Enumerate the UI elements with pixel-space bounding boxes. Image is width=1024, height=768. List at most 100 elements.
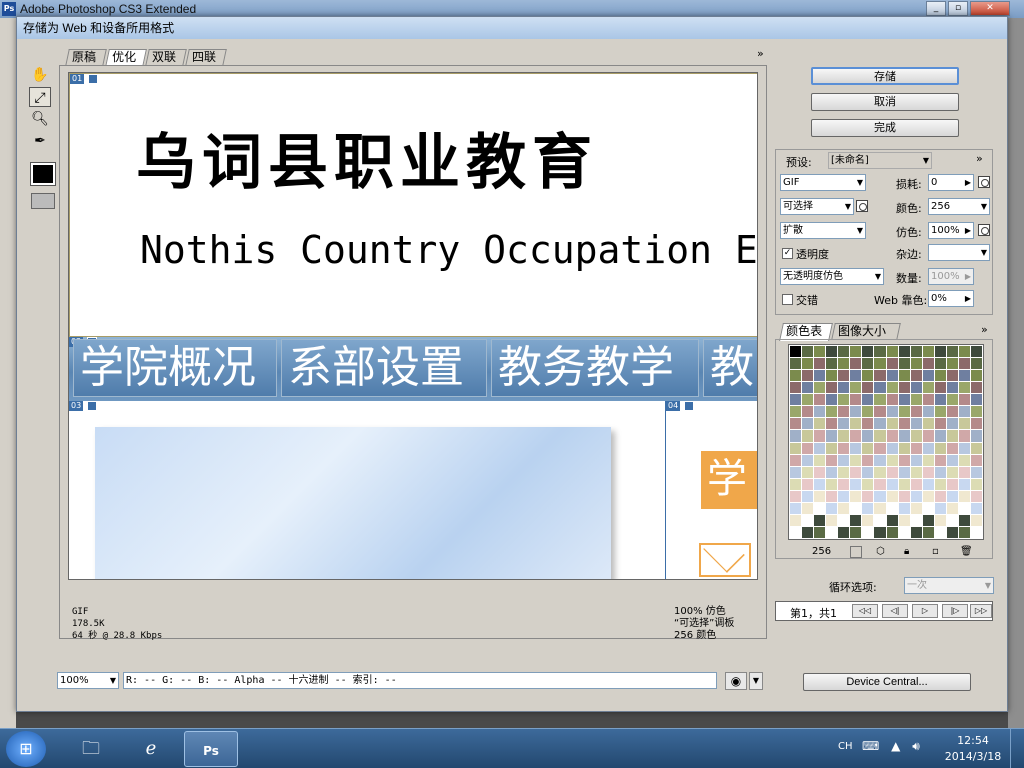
volume-icon[interactable]: 🔊︎ bbox=[912, 739, 920, 753]
color-swatch[interactable] bbox=[910, 478, 922, 490]
color-swatch[interactable] bbox=[934, 370, 946, 382]
color-swatch[interactable] bbox=[814, 382, 826, 394]
color-swatch[interactable] bbox=[922, 478, 934, 490]
color-swatch[interactable] bbox=[802, 454, 814, 466]
color-swatch[interactable] bbox=[898, 514, 910, 526]
color-swatch[interactable] bbox=[958, 370, 970, 382]
color-swatch[interactable] bbox=[910, 442, 922, 454]
lossy-mask-icon[interactable] bbox=[978, 176, 990, 188]
color-swatch[interactable] bbox=[850, 490, 862, 502]
color-swatch[interactable] bbox=[970, 346, 982, 358]
color-swatch[interactable] bbox=[838, 442, 850, 454]
color-swatch[interactable] bbox=[934, 430, 946, 442]
color-swatch[interactable] bbox=[946, 526, 958, 538]
color-reduction-select[interactable]: 可选择 ▼ bbox=[780, 198, 854, 215]
zoom-select[interactable]: 100% ▼ bbox=[57, 672, 119, 689]
color-swatch[interactable] bbox=[862, 370, 874, 382]
file-explorer-icon[interactable]: 🗀 bbox=[64, 731, 118, 767]
color-swatch[interactable] bbox=[970, 478, 982, 490]
color-swatch[interactable] bbox=[838, 382, 850, 394]
color-swatch[interactable] bbox=[886, 526, 898, 538]
color-swatch[interactable] bbox=[946, 382, 958, 394]
color-swatch[interactable] bbox=[958, 514, 970, 526]
color-swatch[interactable] bbox=[922, 490, 934, 502]
color-swatch[interactable] bbox=[862, 466, 874, 478]
color-swatch[interactable] bbox=[922, 430, 934, 442]
color-swatch[interactable] bbox=[946, 358, 958, 370]
color-swatch[interactable] bbox=[898, 418, 910, 430]
color-swatch[interactable] bbox=[958, 382, 970, 394]
color-swatch[interactable] bbox=[886, 346, 898, 358]
map-to-transparent-icon[interactable] bbox=[850, 546, 862, 558]
color-swatch[interactable] bbox=[802, 502, 814, 514]
color-swatch[interactable] bbox=[814, 526, 826, 538]
color-swatch[interactable] bbox=[970, 526, 982, 538]
color-swatch[interactable] bbox=[934, 382, 946, 394]
color-swatch[interactable] bbox=[922, 466, 934, 478]
color-swatch[interactable] bbox=[958, 454, 970, 466]
color-swatch[interactable] bbox=[886, 466, 898, 478]
chevron-up-icon[interactable]: ▲ bbox=[891, 739, 900, 753]
panel-menu-icon[interactable]: » bbox=[976, 152, 983, 165]
color-swatch[interactable] bbox=[898, 526, 910, 538]
color-swatch[interactable] bbox=[790, 442, 802, 454]
color-swatch[interactable] bbox=[874, 454, 886, 466]
color-swatch[interactable] bbox=[838, 346, 850, 358]
color-swatch[interactable] bbox=[802, 526, 814, 538]
color-swatch[interactable] bbox=[970, 370, 982, 382]
color-swatch[interactable] bbox=[838, 358, 850, 370]
color-swatch[interactable] bbox=[886, 502, 898, 514]
color-swatch[interactable] bbox=[874, 526, 886, 538]
color-swatch[interactable] bbox=[790, 430, 802, 442]
color-table-grid[interactable] bbox=[788, 344, 984, 540]
color-swatch[interactable] bbox=[826, 346, 838, 358]
slice-select-tool-icon[interactable]: ⤢ bbox=[29, 87, 51, 107]
color-swatch[interactable] bbox=[958, 430, 970, 442]
color-swatch[interactable] bbox=[922, 406, 934, 418]
color-swatch[interactable] bbox=[922, 394, 934, 406]
color-swatch[interactable] bbox=[970, 514, 982, 526]
color-swatch[interactable] bbox=[886, 418, 898, 430]
color-swatch[interactable] bbox=[958, 526, 970, 538]
dither-algorithm-select[interactable]: 扩散 ▼ bbox=[780, 222, 866, 239]
chevron-down-icon[interactable]: ▼ bbox=[749, 672, 763, 690]
next-frame-button[interactable]: |▷ bbox=[942, 604, 968, 618]
color-swatch[interactable] bbox=[826, 430, 838, 442]
color-swatch[interactable] bbox=[790, 346, 802, 358]
color-swatch[interactable] bbox=[886, 514, 898, 526]
photoshop-taskbar-icon[interactable]: Ps bbox=[184, 731, 238, 767]
color-swatch[interactable] bbox=[838, 466, 850, 478]
slice-header[interactable]: 01 乌词县职业教育 Nothis Country Occupation E bbox=[69, 73, 757, 337]
color-swatch[interactable] bbox=[802, 442, 814, 454]
color-swatch[interactable] bbox=[826, 394, 838, 406]
color-swatch[interactable] bbox=[922, 346, 934, 358]
hand-tool-icon[interactable]: ✋ bbox=[29, 65, 51, 85]
color-swatch[interactable] bbox=[910, 454, 922, 466]
color-swatch[interactable] bbox=[838, 406, 850, 418]
color-swatch[interactable] bbox=[946, 502, 958, 514]
color-swatch[interactable] bbox=[922, 514, 934, 526]
color-swatch[interactable] bbox=[874, 394, 886, 406]
cancel-button[interactable]: 取消 bbox=[811, 93, 959, 111]
color-swatch[interactable] bbox=[814, 442, 826, 454]
tab-original[interactable]: 原稿 bbox=[65, 49, 107, 66]
color-swatch[interactable] bbox=[826, 514, 838, 526]
color-swatch[interactable] bbox=[826, 358, 838, 370]
color-swatch[interactable] bbox=[838, 478, 850, 490]
play-button[interactable]: ▷ bbox=[912, 604, 938, 618]
color-swatch[interactable] bbox=[862, 382, 874, 394]
color-swatch[interactable] bbox=[838, 418, 850, 430]
interlaced-checkbox[interactable] bbox=[782, 294, 793, 305]
color-swatch[interactable] bbox=[874, 382, 886, 394]
color-swatch[interactable] bbox=[862, 526, 874, 538]
color-swatch[interactable] bbox=[946, 514, 958, 526]
start-button[interactable]: ⊞ bbox=[6, 731, 46, 767]
color-swatch[interactable] bbox=[946, 454, 958, 466]
loop-select[interactable]: 一次 ▼ bbox=[904, 577, 994, 594]
color-swatch[interactable] bbox=[910, 430, 922, 442]
color-swatch[interactable] bbox=[910, 358, 922, 370]
color-swatch[interactable] bbox=[850, 454, 862, 466]
color-swatch[interactable] bbox=[790, 466, 802, 478]
amount-input[interactable]: 100% ▶ bbox=[928, 268, 974, 285]
color-swatch[interactable] bbox=[862, 490, 874, 502]
